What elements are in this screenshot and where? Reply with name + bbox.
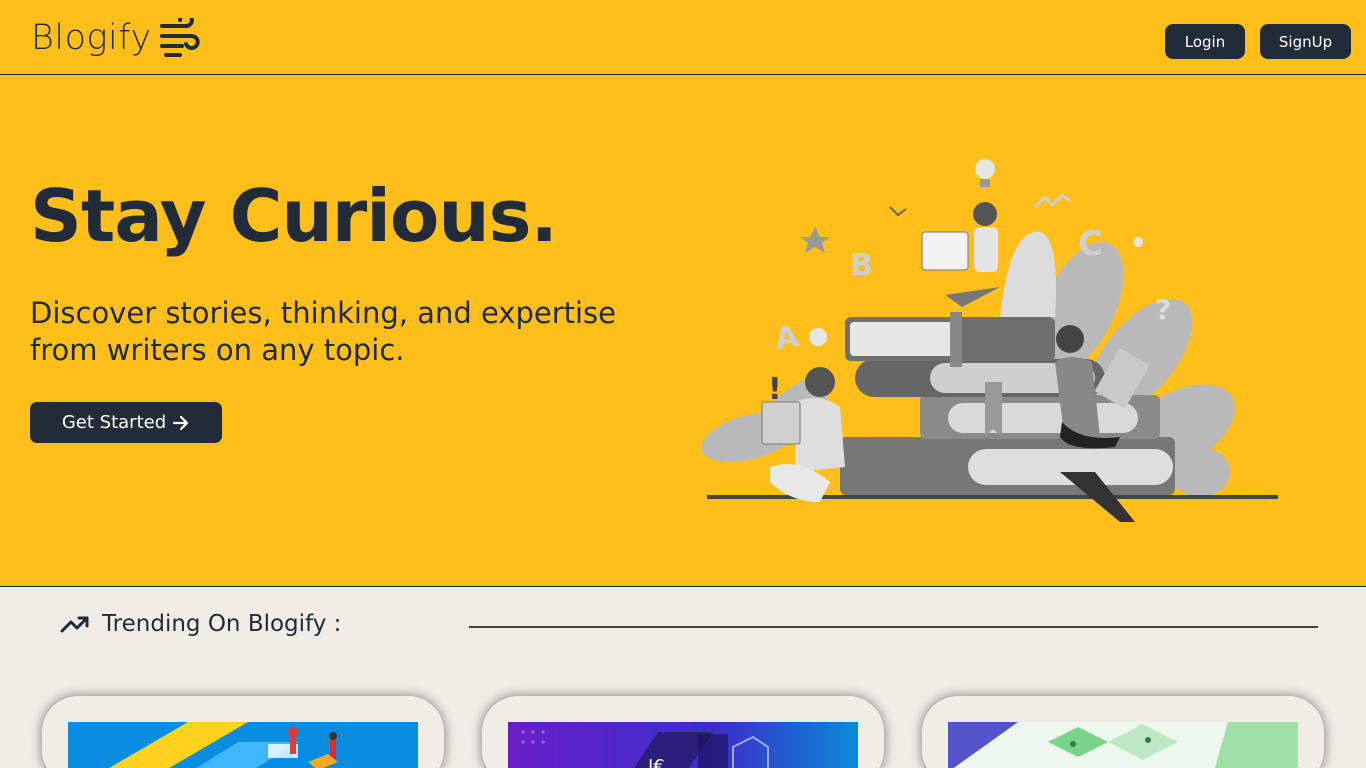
trending-card[interactable] xyxy=(922,696,1324,768)
arrow-right-icon xyxy=(173,415,189,430)
svg-text:B: B xyxy=(850,248,873,283)
get-started-label: Get Started xyxy=(61,412,167,433)
trending-label: Trending On Blogify : xyxy=(102,611,342,637)
svg-text:?: ? xyxy=(1155,293,1171,326)
hero-section: Stay Curious. Discover stories, thinking… xyxy=(0,75,1366,587)
card-image xyxy=(68,722,418,768)
card-image xyxy=(948,722,1298,768)
svg-text:A: A xyxy=(772,319,802,358)
signup-button[interactable]: SignUp xyxy=(1260,24,1351,59)
trending-up-icon xyxy=(60,616,89,633)
trending-section: Trending On Blogify : J€ xyxy=(0,587,1366,768)
trending-card[interactable] xyxy=(42,696,444,768)
people-reading-on-books-illustration: B A C ? ! xyxy=(701,159,1278,522)
login-button[interactable]: Login xyxy=(1165,24,1245,59)
brand-logo[interactable]: Blogify xyxy=(31,14,202,62)
hero-subtitle: Discover stories, thinking, and expertis… xyxy=(30,296,617,367)
get-started-button[interactable]: Get Started xyxy=(30,402,222,443)
wind-icon xyxy=(159,18,200,57)
navbar: Blogify Login SignUp xyxy=(0,0,1366,75)
svg-text:!: ! xyxy=(768,372,782,407)
trending-heading: Trending On Blogify : xyxy=(60,611,341,637)
hero-title: Stay Curious. xyxy=(30,174,558,258)
divider xyxy=(469,626,1318,628)
brand-name: Blogify xyxy=(31,18,152,58)
card-image: J€ xyxy=(508,722,858,768)
svg-text:C: C xyxy=(1078,224,1103,264)
trending-card[interactable]: J€ xyxy=(482,696,884,768)
svg-text:J€: J€ xyxy=(647,756,665,768)
